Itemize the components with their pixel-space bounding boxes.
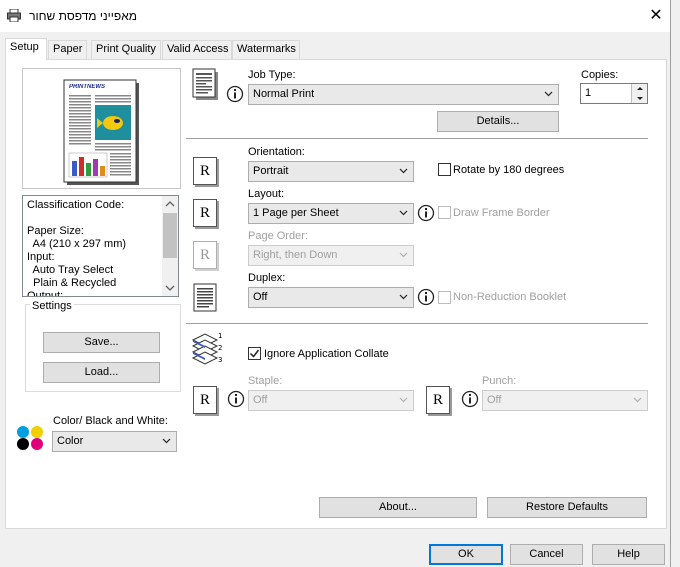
save-button[interactable]: Save...	[43, 332, 160, 353]
separator	[186, 323, 648, 324]
page-preview: PRINTNEWS	[22, 68, 181, 189]
scroll-thumb[interactable]	[163, 213, 177, 258]
duplex-value: Off	[253, 291, 268, 303]
layout-label: Layout:	[248, 188, 285, 200]
title-bar: מאפייני מדפסת שחור ✕	[0, 0, 670, 32]
close-button[interactable]: ✕	[645, 5, 667, 27]
settings-summary-text: Classification Code: Paper Size: A4 (210…	[27, 199, 127, 297]
chevron-down-icon	[633, 397, 642, 403]
ignore-collate-label: Ignore Application Collate	[264, 348, 389, 360]
job-type-info-icon[interactable]	[226, 85, 244, 103]
duplex-select[interactable]: Off	[248, 287, 414, 308]
duplex-label: Duplex:	[248, 272, 286, 284]
layout-icon: R	[193, 199, 217, 227]
orientation-label: Orientation:	[248, 146, 305, 158]
color-label: Color/ Black and White:	[53, 415, 168, 427]
job-type-label: Job Type:	[248, 69, 296, 81]
frame-border-checkbox[interactable]	[438, 206, 451, 219]
punch-info-icon[interactable]	[461, 390, 479, 408]
preview-headline: PRINTNEWS	[69, 84, 105, 90]
page-order-icon: R	[193, 241, 217, 269]
staple-value: Off	[253, 394, 268, 406]
staple-info-icon[interactable]	[227, 390, 245, 408]
checkmark-icon	[249, 349, 260, 358]
window-title: מאפייני מדפסת שחור	[29, 9, 137, 23]
rotate-180-checkbox[interactable]	[438, 163, 451, 176]
copies-spinner[interactable]: 1	[580, 83, 648, 104]
chevron-down-icon	[399, 168, 408, 174]
about-button[interactable]: About...	[319, 497, 477, 518]
spin-up-icon[interactable]	[632, 84, 648, 93]
copies-value: 1	[585, 87, 592, 99]
color-select[interactable]: Color	[52, 431, 177, 452]
ok-button[interactable]: OK	[429, 544, 503, 565]
chevron-down-icon	[399, 294, 408, 300]
job-type-select[interactable]: Normal Print	[248, 84, 559, 105]
rotate-180-label: Rotate by 180 degrees	[453, 164, 565, 176]
page-order-value: Right, then Down	[253, 249, 338, 261]
help-button[interactable]: Help	[592, 544, 665, 565]
frame-border-label: Draw Frame Border	[453, 207, 550, 219]
punch-select[interactable]: Off	[482, 390, 648, 411]
tab-paper[interactable]: Paper	[48, 40, 87, 59]
svg-text:3: 3	[218, 356, 222, 364]
svg-text:2: 2	[218, 344, 222, 352]
details-button[interactable]: Details...	[437, 111, 559, 132]
orientation-portrait-icon: R	[193, 157, 217, 185]
punch-icon: R	[426, 386, 450, 414]
scroll-up-icon[interactable]	[162, 196, 178, 212]
settings-summary-list[interactable]: Classification Code: Paper Size: A4 (210…	[22, 195, 179, 297]
color-ink-icon	[17, 426, 43, 450]
chevron-down-icon	[399, 210, 408, 216]
job-type-icon	[192, 68, 218, 100]
layout-info-icon[interactable]	[417, 204, 435, 222]
layout-value: 1 Page per Sheet	[253, 207, 339, 219]
svg-text:1: 1	[218, 332, 222, 340]
duplex-info-icon[interactable]	[417, 288, 435, 306]
staple-icon: R	[193, 386, 217, 414]
copies-stepper-buttons[interactable]	[631, 84, 647, 103]
punch-value: Off	[487, 394, 502, 406]
color-select-value: Color	[57, 435, 84, 447]
restore-defaults-button[interactable]: Restore Defaults	[487, 497, 647, 518]
orientation-value: Portrait	[253, 165, 289, 177]
tab-print-quality[interactable]: Print Quality	[91, 40, 161, 59]
layout-select[interactable]: 1 Page per Sheet	[248, 203, 414, 224]
chevron-down-icon	[544, 91, 553, 97]
chevron-down-icon	[162, 438, 171, 444]
printer-icon	[7, 9, 21, 22]
spin-down-icon[interactable]	[632, 94, 648, 103]
chevron-down-icon	[399, 397, 408, 403]
staple-label: Staple:	[248, 375, 283, 387]
staple-select[interactable]: Off	[248, 390, 414, 411]
copies-label: Copies:	[581, 69, 619, 81]
booklet-label: Non-Reduction Booklet	[453, 291, 567, 303]
page-order-select[interactable]: Right, then Down	[248, 245, 414, 266]
punch-label: Punch:	[482, 375, 517, 387]
tab-valid-access[interactable]: Valid Access	[162, 40, 232, 59]
duplex-icon	[193, 283, 217, 312]
tab-setup[interactable]: Setup	[5, 38, 47, 60]
separator	[186, 138, 648, 139]
ignore-collate-checkbox[interactable]	[248, 347, 261, 360]
page-order-label: Page Order:	[248, 230, 308, 242]
background-window-edge	[670, 0, 680, 567]
load-button[interactable]: Load...	[43, 362, 160, 383]
tab-watermarks[interactable]: Watermarks	[232, 40, 300, 59]
collate-stack-icon: 1 2 3	[191, 332, 222, 365]
scroll-down-icon[interactable]	[162, 280, 178, 296]
chevron-down-icon	[399, 252, 408, 258]
settings-group-title: Settings	[30, 300, 74, 312]
job-type-value: Normal Print	[253, 88, 315, 100]
orientation-select[interactable]: Portrait	[248, 161, 414, 182]
booklet-checkbox[interactable]	[438, 291, 451, 304]
summary-scrollbar[interactable]	[162, 196, 178, 296]
cancel-button[interactable]: Cancel	[510, 544, 583, 565]
